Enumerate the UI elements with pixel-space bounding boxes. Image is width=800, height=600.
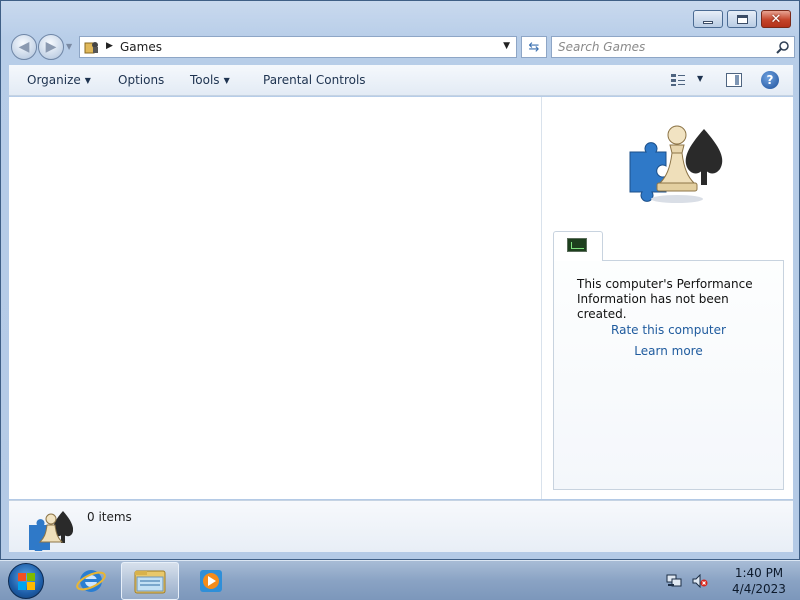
tools-menu[interactable]: Tools ▼ (190, 73, 230, 87)
back-button[interactable]: ◀ (11, 34, 37, 60)
search-input[interactable]: Search Games (551, 36, 795, 58)
parental-controls-button[interactable]: Parental Controls (263, 73, 366, 87)
recent-pages-chevron-down-icon[interactable]: ▼ (66, 42, 72, 51)
maximize-icon (736, 14, 748, 24)
taskbar-internet-explorer[interactable] (62, 562, 120, 600)
maximize-button[interactable] (727, 10, 757, 28)
clock-date: 4/4/2023 (732, 582, 786, 596)
performance-message: This computer's Performance Information … (577, 277, 753, 321)
taskbar-windows-explorer[interactable] (121, 562, 179, 600)
games-folder-icon (84, 42, 98, 54)
minimize-icon (703, 20, 713, 24)
games-logo-icon (629, 125, 723, 203)
performance-monitor-icon (567, 238, 587, 252)
chevron-down-icon: ▼ (223, 76, 230, 85)
clock[interactable]: 1:40 PM 4/4/2023 (720, 565, 798, 597)
close-icon: ✕ (770, 11, 782, 27)
taskbar: 1:40 PM 4/4/2023 (0, 560, 800, 600)
media-player-icon (200, 570, 222, 592)
command-bar: Organize ▼ Options Tools ▼ Parental Contro… (9, 65, 793, 96)
games-small-icon (29, 511, 73, 551)
minimize-button[interactable] (693, 10, 723, 28)
file-list-area[interactable] (9, 97, 541, 499)
forward-arrow-icon: ▶ (45, 39, 57, 55)
explorer-window: ✕ ◀ ▶ ▼ ▶ Games ▼ ⇆ Search Games Organiz… (0, 0, 800, 560)
network-icon[interactable] (666, 574, 682, 588)
learn-more-link[interactable]: Learn more (554, 344, 783, 358)
address-history-chevron-down-icon[interactable]: ▼ (503, 41, 510, 51)
organize-label: Organize (27, 73, 81, 87)
view-options-chevron-down-icon[interactable]: ▼ (697, 74, 703, 83)
performance-tab[interactable] (553, 231, 603, 261)
refresh-button[interactable]: ⇆ (521, 36, 547, 58)
clock-time: 1:40 PM (734, 566, 784, 580)
search-icon[interactable] (776, 40, 790, 54)
navigation-bar: ◀ ▶ ▼ ▶ Games ▼ ⇆ Search Games (9, 34, 795, 60)
item-count: 0 items (87, 510, 132, 524)
details-pane: 0 items (9, 500, 793, 552)
breadcrumb-games[interactable]: Games (120, 40, 162, 54)
close-button[interactable]: ✕ (761, 10, 791, 28)
breadcrumb-separator-icon[interactable]: ▶ (106, 41, 113, 51)
title-bar[interactable]: ✕ (1, 1, 799, 33)
change-view-icon[interactable] (670, 73, 686, 87)
system-tray: 1:40 PM 4/4/2023 (650, 561, 800, 600)
forward-button[interactable]: ▶ (38, 34, 64, 60)
help-icon[interactable]: ? (761, 71, 779, 89)
performance-panel: This computer's Performance Information … (553, 260, 784, 490)
options-button[interactable]: Options (118, 73, 164, 87)
windows-logo-icon (18, 573, 35, 590)
refresh-icon: ⇆ (528, 39, 540, 55)
start-button[interactable] (8, 563, 44, 599)
preview-pane-toggle-icon[interactable] (726, 73, 742, 87)
options-label: Options (118, 73, 165, 87)
address-bar[interactable]: ▶ Games ▼ (79, 36, 517, 58)
chevron-down-icon: ▼ (84, 76, 91, 85)
parental-controls-label: Parental Controls (263, 73, 366, 87)
search-placeholder: Search Games (558, 40, 646, 54)
preview-pane: This computer's Performance Information … (541, 97, 793, 499)
organize-menu[interactable]: Organize ▼ (27, 73, 91, 87)
rate-this-computer-link[interactable]: Rate this computer (554, 323, 783, 337)
folder-icon (134, 570, 166, 594)
volume-muted-icon[interactable] (692, 574, 708, 588)
internet-explorer-icon (76, 570, 106, 592)
back-arrow-icon: ◀ (18, 39, 30, 55)
taskbar-windows-media-player[interactable] (182, 562, 240, 600)
tools-label: Tools (190, 73, 220, 87)
